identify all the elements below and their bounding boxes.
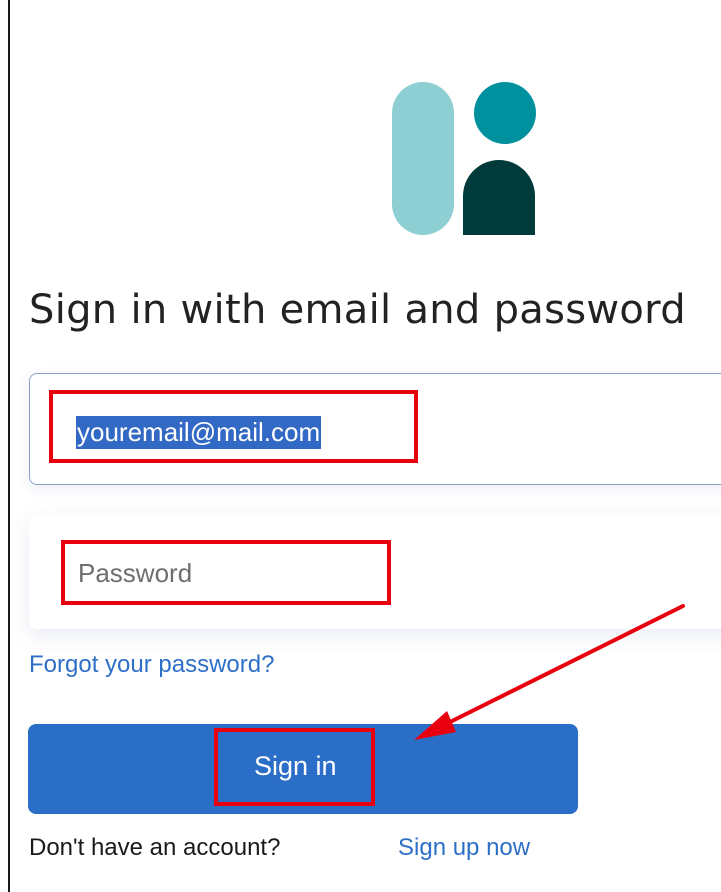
window-left-border [8,0,10,892]
forgot-password-link[interactable]: Forgot your password? [29,651,274,679]
password-highlight-box [61,540,391,605]
sign-up-link[interactable]: Sign up now [398,834,530,862]
brand-logo-icon [392,82,536,235]
signin-page: Sign in with email and password youremai… [0,0,721,892]
page-title: Sign in with email and password [29,287,686,333]
no-account-text: Don't have an account? [29,834,281,861]
sign-in-highlight-box [214,728,375,806]
email-highlight-box [49,390,418,463]
